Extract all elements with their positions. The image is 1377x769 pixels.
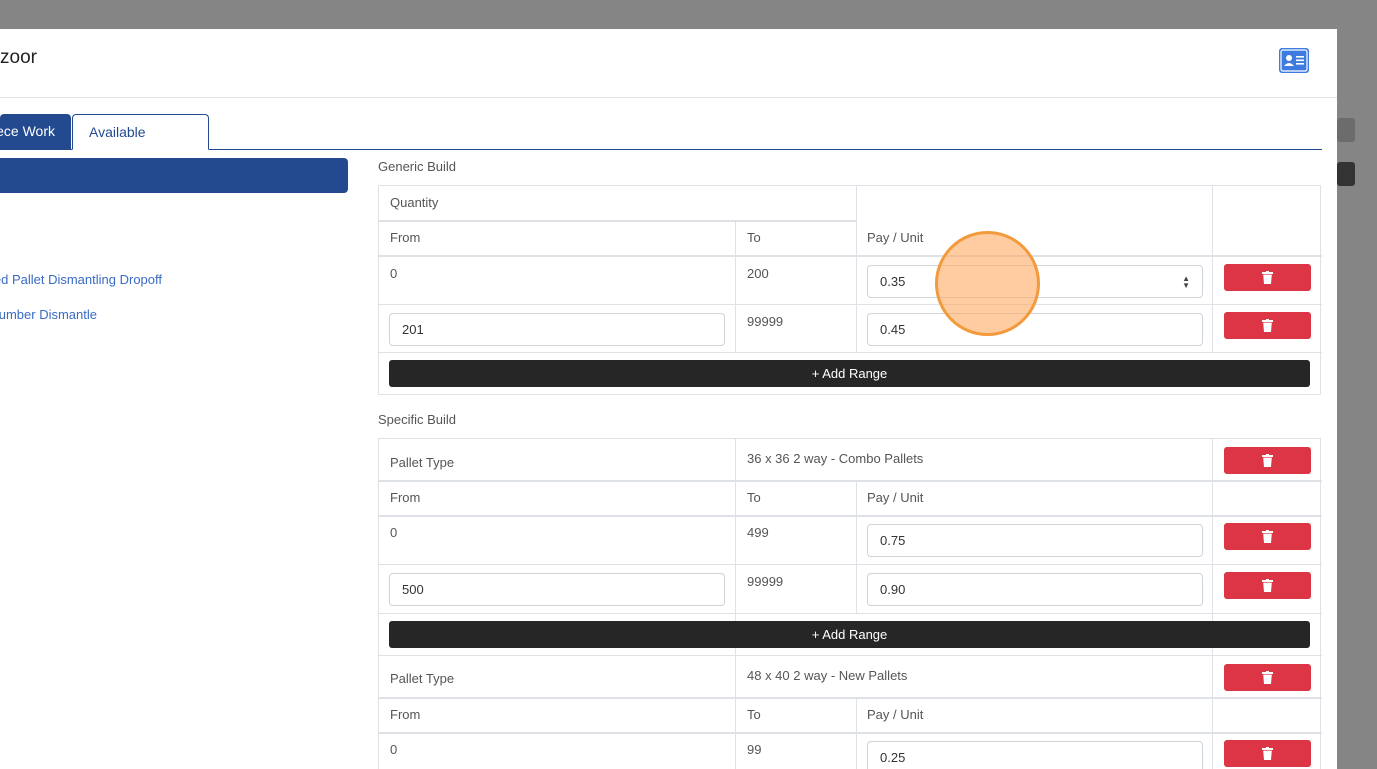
range-from-input[interactable]: 500	[389, 573, 725, 606]
delete-range-button[interactable]	[1224, 523, 1311, 550]
specific-build-table: Pallet Type 36 x 36 2 way - Combo Pallet…	[378, 438, 1322, 769]
spinner-arrows-icon[interactable]: ▲ ▼	[1182, 275, 1190, 290]
pay-unit-header: Pay / Unit	[867, 707, 924, 722]
tab-available-facilities[interactable]: Available Facilities	[72, 114, 209, 174]
range-to-value: 200	[747, 266, 769, 281]
pay-unit-input[interactable]: 0.75	[867, 524, 1203, 557]
click-indicator	[935, 231, 1040, 336]
divider	[856, 481, 857, 613]
specific-build-title: Specific Build	[378, 412, 457, 427]
facility-link-pallet-dismantling-dropoff[interactable]: ed Pallet Dismantling Dropoff	[0, 272, 162, 287]
selected-facility-bar[interactable]	[0, 158, 348, 193]
range-from-value: 0	[390, 742, 398, 757]
generic-build-table: Quantity From To Pay / Unit 0 200 0.35 ▲…	[378, 185, 1322, 395]
facility-link-lumber-dismantle[interactable]: umber Dismantle	[0, 307, 97, 322]
pallet-type-label: Pallet Type	[390, 671, 455, 686]
delete-range-button[interactable]	[1224, 264, 1311, 291]
divider	[379, 732, 1322, 734]
contact-card-icon[interactable]	[1279, 48, 1309, 73]
trash-icon	[1262, 579, 1273, 592]
divider	[379, 255, 1322, 257]
add-range-button[interactable]: + Add Range	[389, 360, 1310, 387]
divider	[1212, 186, 1213, 353]
pay-unit-value: 0.35	[880, 274, 906, 289]
pallet-type-value: 48 x 40 2 way - New Pallets	[747, 668, 908, 683]
divider	[379, 352, 1322, 353]
delete-pallet-type-button[interactable]	[1224, 664, 1311, 691]
divider	[379, 613, 1322, 614]
divider	[379, 697, 1322, 699]
range-to-value: 499	[747, 525, 769, 540]
tab-bar: ece Work Available Facilities	[0, 114, 1322, 174]
from-header: From	[390, 490, 421, 505]
pay-unit-header: Pay / Unit	[867, 230, 924, 245]
divider	[735, 221, 736, 353]
to-header: To	[747, 707, 761, 722]
pallet-type-label: Pallet Type	[390, 455, 455, 470]
tab-piece-work[interactable]: ece Work	[0, 114, 71, 150]
add-range-button[interactable]: + Add Range	[389, 621, 1310, 648]
delete-pallet-type-button[interactable]	[1224, 447, 1311, 474]
divider	[379, 220, 856, 222]
delete-range-button[interactable]	[1224, 572, 1311, 599]
backdrop-button	[1337, 118, 1355, 142]
divider	[856, 186, 857, 353]
modal-dialog: zoor ece Work Available Facilities ed Pa…	[0, 29, 1337, 769]
to-header: To	[747, 490, 761, 505]
trash-icon	[1262, 747, 1273, 760]
divider	[379, 655, 1322, 656]
to-header: To	[747, 230, 761, 245]
trash-icon	[1262, 319, 1273, 332]
trash-icon	[1262, 530, 1273, 543]
pallet-type-value: 36 x 36 2 way - Combo Pallets	[747, 451, 924, 466]
range-from-input[interactable]: 201	[389, 313, 725, 346]
range-to-value: 99999	[747, 574, 784, 589]
divider	[735, 439, 736, 769]
modal-header: zoor	[0, 29, 1337, 98]
delete-range-button[interactable]	[1224, 312, 1311, 339]
pay-unit-input[interactable]: 0.45	[867, 313, 1203, 346]
range-from-value: 0	[390, 525, 398, 540]
quantity-header: Quantity	[390, 195, 439, 210]
from-header: From	[390, 230, 421, 245]
tab-label: ece Work	[0, 123, 55, 139]
pay-unit-input[interactable]: 0.90	[867, 573, 1203, 606]
range-to-value: 99	[747, 742, 762, 757]
divider	[379, 564, 1322, 565]
divider	[379, 304, 1322, 305]
pay-unit-header: Pay / Unit	[867, 490, 924, 505]
backdrop-button	[1337, 162, 1355, 186]
range-from-value: 0	[390, 266, 398, 281]
divider	[1212, 439, 1213, 769]
divider	[379, 515, 1322, 517]
trash-icon	[1262, 271, 1273, 284]
generic-build-title: Generic Build	[378, 159, 457, 174]
pay-unit-input[interactable]: 0.25	[867, 741, 1203, 769]
delete-range-button[interactable]	[1224, 740, 1311, 767]
trash-icon	[1262, 454, 1273, 467]
range-to-value: 99999	[747, 314, 784, 329]
from-header: From	[390, 707, 421, 722]
trash-icon	[1262, 671, 1273, 684]
divider	[379, 480, 1322, 482]
modal-title: zoor	[0, 47, 37, 68]
